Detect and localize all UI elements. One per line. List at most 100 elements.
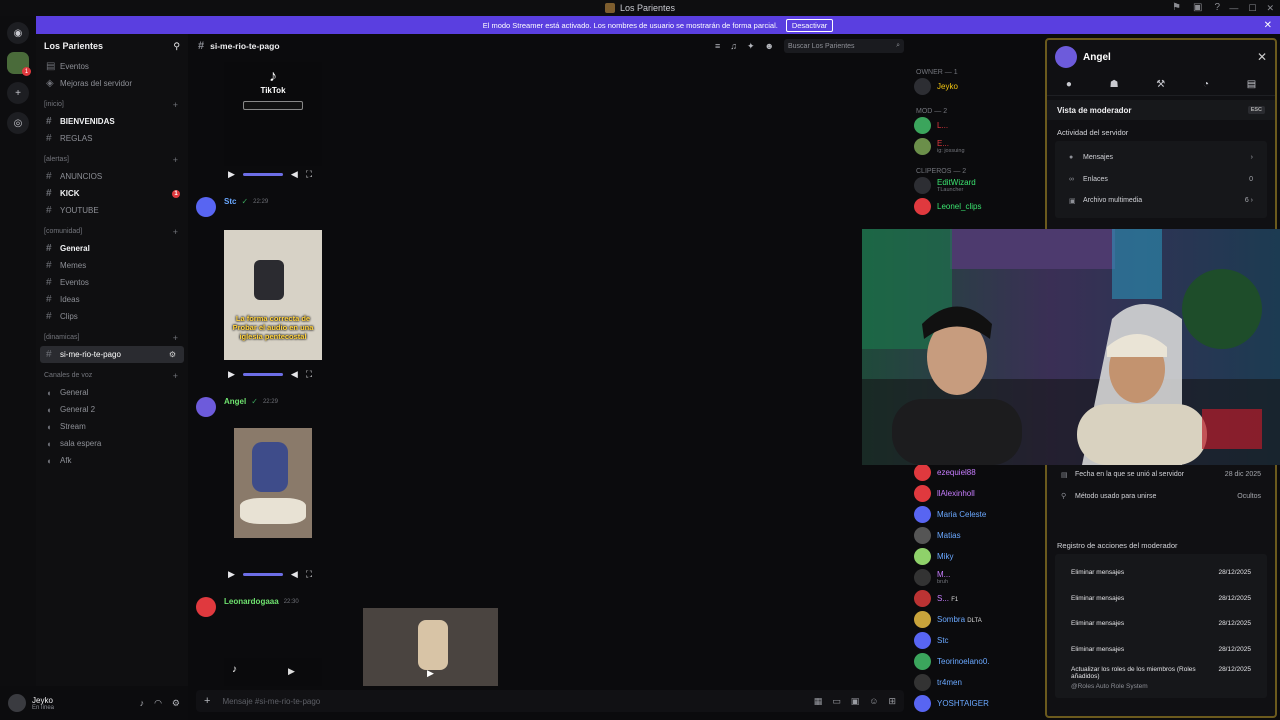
video-attachment[interactable]: ♪ TikTok <box>224 62 322 166</box>
activity-row[interactable]: ∞ Enlaces 0 <box>1055 169 1267 191</box>
threads-icon[interactable]: ≡ <box>715 41 720 51</box>
channel-general[interactable]: # General <box>36 240 188 257</box>
emoji-icon[interactable]: ☺ <box>869 696 878 707</box>
id-icon[interactable]: ▤ <box>1247 79 1256 90</box>
apps-icon[interactable]: ⊞ <box>888 696 896 707</box>
member-item[interactable]: Jeyko <box>910 76 1042 97</box>
member-item[interactable]: tr4men <box>910 672 1042 693</box>
channel-reglas[interactable]: # REGLAS <box>36 130 188 147</box>
add-channel-icon[interactable]: + <box>173 155 178 165</box>
activity-row[interactable]: ▣ Archivo multimedia 6 › <box>1055 190 1267 212</box>
video-attachment[interactable]: ♪ ▶ <box>224 658 322 686</box>
settings-icon[interactable]: ⚙ <box>172 698 180 709</box>
category-voice[interactable]: Canales de voz + <box>36 367 188 384</box>
category-dinamicas[interactable]: [dinamicas] + <box>36 329 188 346</box>
banner-close-icon[interactable]: ✕ <box>1264 20 1272 31</box>
member-item[interactable]: S... F1 <box>910 588 1042 609</box>
video-progress[interactable] <box>242 573 283 576</box>
volume-icon[interactable]: ◀ <box>291 369 298 380</box>
video-controls[interactable]: ▶ ◀ ⛶ <box>228 169 312 180</box>
message-input[interactable]: Mensaje #si-me-rio-te-pago <box>222 697 320 706</box>
add-channel-icon[interactable]: + <box>173 227 178 237</box>
fullscreen-icon[interactable]: ⛶ <box>306 569 312 580</box>
video-attachment[interactable]: ▶ <box>363 608 498 686</box>
message-list[interactable]: ♪ TikTok ▶ ◀ ⛶ Stc ✓ 22:29 La forma correc… <box>188 58 908 686</box>
category-inicio[interactable]: [inicio] + <box>36 96 188 113</box>
channel-memes[interactable]: # Memes <box>36 257 188 274</box>
minimize-button[interactable]: — <box>1229 3 1238 13</box>
play-icon[interactable]: ▶ <box>228 369 235 380</box>
message-composer[interactable]: + Mensaje #si-me-rio-te-pago ▦ ▭ ▣ ☺ ⊞ <box>196 690 904 712</box>
timeout-icon[interactable]: ◔ <box>1203 79 1209 90</box>
member-item[interactable]: Matias <box>910 525 1042 546</box>
member-item[interactable]: YOSHTAIGER <box>910 693 1042 714</box>
add-server-icon[interactable]: + <box>7 82 29 104</box>
channel-ideas[interactable]: # Ideas <box>36 291 188 308</box>
message-icon[interactable]: ● <box>1066 79 1072 90</box>
channel-anuncios[interactable]: # ANUNCIOS <box>36 168 188 185</box>
hammer-icon[interactable]: ⚒ <box>1156 79 1165 90</box>
avatar[interactable] <box>8 694 26 712</box>
log-row[interactable]: Eliminar mensajes 28/12/2025 <box>1055 560 1267 586</box>
esc-badge[interactable]: ESC <box>1247 106 1265 114</box>
log-row[interactable]: Actualizar los roles de los miembros (Ro… <box>1055 662 1267 692</box>
play-icon[interactable]: ▶ <box>288 666 295 677</box>
bell-icon[interactable]: ♫ <box>730 41 737 51</box>
disable-streamer-button[interactable]: Desactivar <box>785 18 834 32</box>
member-item[interactable]: M... bruh <box>910 567 1042 588</box>
activity-row[interactable]: ● Mensajes › <box>1055 147 1267 169</box>
voice-channel-afk[interactable]: ◖ Afk <box>36 452 188 469</box>
voice-channel-stream[interactable]: ◖ Stream <box>36 418 188 435</box>
video-attachment[interactable]: La forma correcta de Probar el audio en … <box>224 230 322 360</box>
log-row[interactable]: Eliminar mensajes 28/12/2025 <box>1055 586 1267 612</box>
video-progress[interactable] <box>242 173 283 176</box>
member-item[interactable]: Maria Celeste <box>910 504 1042 525</box>
add-attachment-icon[interactable]: + <box>204 695 210 707</box>
member-item[interactable]: Sombra DLTA <box>910 609 1042 630</box>
voice-channel-general[interactable]: ◖ General <box>36 384 188 401</box>
member-item[interactable]: Teorinoelano0. <box>910 651 1042 672</box>
close-icon[interactable]: ✕ <box>1257 50 1267 64</box>
members-icon[interactable]: ☻ <box>765 41 774 51</box>
category-alertas[interactable]: [alertas] + <box>36 151 188 168</box>
member-item[interactable]: EditWizard TLauncher <box>910 175 1042 196</box>
add-channel-icon[interactable]: + <box>173 333 178 343</box>
video-attachment[interactable] <box>234 428 312 538</box>
video-controls[interactable]: ▶ ◀ ⛶ <box>228 369 312 380</box>
play-icon[interactable]: ▶ <box>228 569 235 580</box>
fullscreen-icon[interactable]: ⛶ <box>306 169 312 180</box>
add-channel-icon[interactable]: + <box>173 371 178 381</box>
search-input[interactable]: Buscar Los Parientes ⌕ <box>784 39 904 53</box>
video-controls[interactable]: ▶ ◀ ⛶ <box>228 569 312 580</box>
headphones-icon[interactable]: ◠ <box>154 698 162 709</box>
member-item[interactable]: Stc <box>910 630 1042 651</box>
channel-si-me-rio-te-pago[interactable]: # si-me-rio-te-pago ⚙ <box>40 346 184 363</box>
log-row[interactable]: Eliminar mensajes 28/12/2025 <box>1055 611 1267 637</box>
invite-icon[interactable]: ⚲ <box>173 41 180 52</box>
gift-icon[interactable]: ▦ <box>814 696 823 707</box>
channel-bienvenidas[interactable]: # BIENVENIDAS <box>36 113 188 130</box>
close-button[interactable]: ✕ <box>1266 3 1274 14</box>
member-item[interactable]: Miky <box>910 546 1042 567</box>
server-header[interactable]: Los Parientes ⚲ <box>36 34 188 58</box>
avatar[interactable] <box>196 397 216 417</box>
maximize-button[interactable]: ☐ <box>1248 3 1256 14</box>
sticker-icon[interactable]: ▣ <box>851 696 860 707</box>
pin-icon[interactable]: ✦ <box>747 41 755 52</box>
sidebar-item-events[interactable]: ▤ Eventos <box>36 58 188 75</box>
play-icon[interactable]: ▶ <box>228 169 235 180</box>
message-author[interactable]: Leonardogaaa <box>224 597 279 606</box>
message-author[interactable]: Angel <box>224 397 246 406</box>
volume-icon[interactable]: ◀ <box>291 569 298 580</box>
sidebar-item-boosts[interactable]: ◈ Mejoras del servidor <box>36 75 188 92</box>
server-icon-los-parientes[interactable]: 1 <box>7 52 31 76</box>
member-item[interactable]: llAlexinholl <box>910 483 1042 504</box>
discord-home-icon[interactable]: ◉ <box>7 22 29 44</box>
help-icon[interactable]: ? <box>1214 2 1220 13</box>
discover-icon[interactable]: ◎ <box>7 112 29 134</box>
user-icon[interactable]: ☗ <box>1110 79 1119 90</box>
message-author[interactable]: Stc <box>224 197 236 206</box>
channel-youtube[interactable]: # YOUTUBE <box>36 202 188 219</box>
play-icon[interactable]: ▶ <box>427 668 434 679</box>
member-item[interactable]: ezequiel88 <box>910 462 1042 483</box>
